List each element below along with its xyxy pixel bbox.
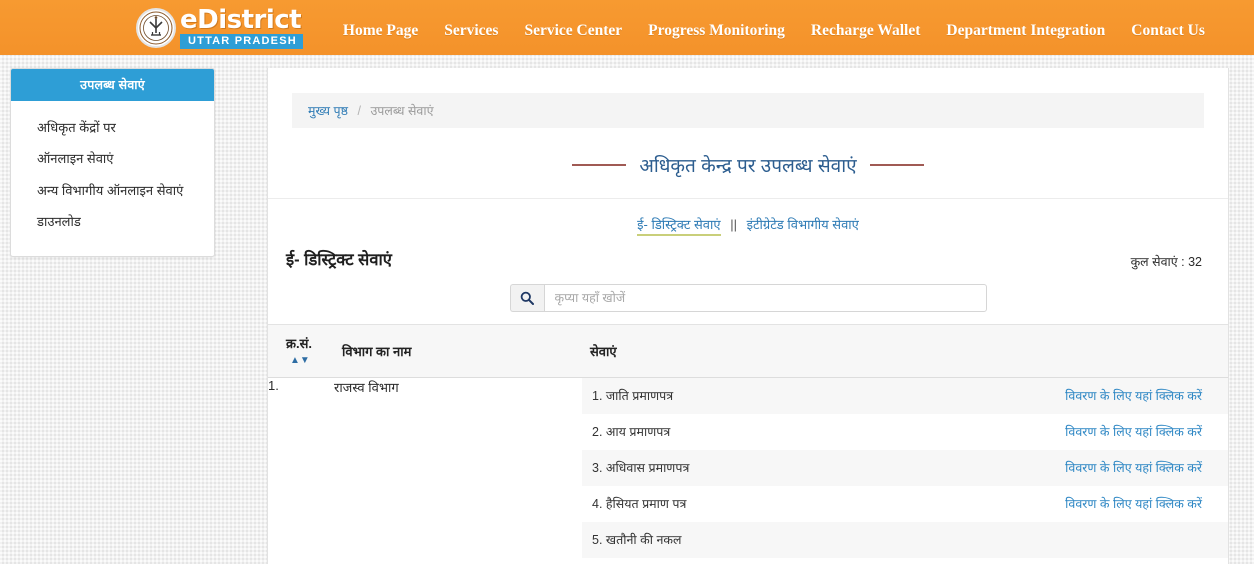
service-details-link[interactable]: विवरण के लिए यहां क्लिक करें [1065,461,1202,475]
brand-state: UTTAR PRADESH [180,33,303,49]
sidebar-item-online-services[interactable]: ऑनलाइन सेवाएं [11,144,214,175]
list-item: 6. दैनिक राजस्व वाद तालिका [582,558,1228,564]
service-name: 2. आय प्रमाणपत्र [592,425,671,439]
breadcrumb: मुख्य पृष्ठ / उपलब्ध सेवाएं [292,93,1204,128]
title-rule-right [869,164,924,166]
row-serial: 1. [268,378,279,393]
row-department: राजस्व विभाग [334,380,399,395]
service-details-link[interactable]: विवरण के लिए यहां क्लिक करें [1065,425,1202,439]
service-name: 3. अधिवास प्रमाणपत्र [592,461,690,475]
nav-item-service-center[interactable]: Service Center [524,22,622,40]
nav-item-department-integration[interactable]: Department Integration [946,22,1105,40]
section-title-wrap: अधिकृत केन्द्र पर उपलब्ध सेवाएं [268,128,1228,199]
sidebar-item-authorized-centers[interactable]: अधिकृत केंद्रों पर [11,113,214,144]
main-nav: Home Page Services Service Center Progre… [343,16,1205,40]
brand-name: eDistrict [180,4,302,35]
sidebar-item-download[interactable]: डाउनलोड [11,207,214,238]
title-rule-left [572,164,627,166]
service-name: 6. दैनिक राजस्व वाद तालिका [582,558,1038,564]
breadcrumb-current: उपलब्ध सेवाएं [370,104,434,118]
tab-row: ई- डिस्ट्रिक्ट सेवाएं || इंटीग्रेटेड विभ… [268,199,1228,236]
service-action-cell [1038,558,1228,564]
nav-item-services[interactable]: Services [444,22,498,40]
site-header: eDistrict UTTAR PRADESH Home Page Servic… [0,0,1254,55]
tab-edistrict-services[interactable]: ई- डिस्ट्रिक्ट सेवाएं [637,217,721,236]
service-action-cell: विवरण के लिए यहां क्लिक करें [1038,378,1228,414]
nav-item-recharge-wallet[interactable]: Recharge Wallet [811,22,920,40]
services-table: क्र.सं. ▲▼ विभाग का नाम सेवाएं 1. राजस्व … [268,324,1228,564]
service-action-cell: विवरण के लिए यहां क्लिक करें [1038,486,1228,522]
table-header-row: क्र.सं. ▲▼ विभाग का नाम सेवाएं [268,324,1228,378]
services-table-body: 1. राजस्व विभाग 1. जाति प्रमाणपत्र विवरण… [268,378,1228,564]
column-header-serial-label: क्र.सं. [286,336,312,351]
search-input[interactable] [543,284,987,312]
sidebar-title: उपलब्ध सेवाएं [11,69,214,101]
list-head: ई- डिस्ट्रिक्ट सेवाएं कुल सेवाएं : 32 [268,233,1228,270]
nav-item-progress-monitoring[interactable]: Progress Monitoring [648,22,785,40]
table-row: 1. राजस्व विभाग 1. जाति प्रमाणपत्र विवरण… [268,378,1228,564]
tab-integrated-departmental-services[interactable]: इंटीग्रेटेड विभागीय सेवाएं [747,217,859,232]
column-header-services: सेवाएं [582,324,1228,378]
sort-updown-icon[interactable]: ▲▼ [290,356,310,366]
search-icon [520,291,534,305]
row-services-cell: 1. जाति प्रमाणपत्र विवरण के लिए यहां क्ल… [582,378,1228,564]
search-row [268,270,1228,324]
nav-item-home-page[interactable]: Home Page [343,22,418,40]
page-title: अधिकृत केन्द्र पर उपलब्ध सेवाएं [639,156,857,177]
breadcrumb-home[interactable]: मुख्य पृष्ठ [308,104,348,118]
sidebar-item-other-departmental-online-services[interactable]: अन्य विभागीय ऑनलाइन सेवाएं [11,176,214,207]
column-header-department: विभाग का नाम [334,324,582,378]
service-action-cell [1038,522,1228,558]
service-action-cell: विवरण के लिए यहां क्लिक करें [1038,414,1228,450]
list-item: 4. हैसियत प्रमाण पत्र विवरण के लिए यहां … [582,486,1228,522]
list-item: 3. अधिवास प्रमाणपत्र विवरण के लिए यहां क… [582,450,1228,486]
service-sublist: 1. जाति प्रमाणपत्र विवरण के लिए यहां क्ल… [582,378,1228,564]
service-details-link[interactable]: विवरण के लिए यहां क्लिक करें [1065,389,1202,403]
search-button[interactable] [509,284,544,312]
service-details-link[interactable]: विवरण के लिए यहां क्लिक करें [1065,497,1202,511]
list-item: 2. आय प्रमाणपत्र विवरण के लिए यहां क्लिक… [582,414,1228,450]
service-name: 4. हैसियत प्रमाण पत्र [592,497,687,511]
tab-separator: || [730,217,737,232]
services-table-header: क्र.सं. ▲▼ विभाग का नाम सेवाएं [268,324,1228,378]
emblem-icon [136,7,176,48]
total-services-count: कुल सेवाएं : 32 [1130,255,1202,269]
service-name: 1. जाति प्रमाणपत्र [592,389,674,403]
list-item: 5. खतौनी की नकल [582,522,1228,558]
breadcrumb-separator: / [357,104,361,118]
service-name: 5. खतौनी की नकल [592,533,682,547]
brand-logo[interactable]: eDistrict UTTAR PRADESH [136,5,303,51]
column-header-serial[interactable]: क्र.सं. ▲▼ [268,324,334,378]
list-item: 1. जाति प्रमाणपत्र विवरण के लिए यहां क्ल… [582,378,1228,414]
sidebar: उपलब्ध सेवाएं अधिकृत केंद्रों पर ऑनलाइन … [10,68,215,257]
list-title: ई- डिस्ट्रिक्ट सेवाएं [286,251,392,269]
service-action-cell: विवरण के लिए यहां क्लिक करें [1038,450,1228,486]
page-body: उपलब्ध सेवाएं अधिकृत केंद्रों पर ऑनलाइन … [0,55,1254,564]
sidebar-list: अधिकृत केंद्रों पर ऑनलाइन सेवाएं अन्य वि… [11,101,214,256]
content-panel: मुख्य पृष्ठ / उपलब्ध सेवाएं अधिकृत केन्द… [267,68,1229,564]
nav-item-contact-us[interactable]: Contact Us [1131,22,1205,40]
